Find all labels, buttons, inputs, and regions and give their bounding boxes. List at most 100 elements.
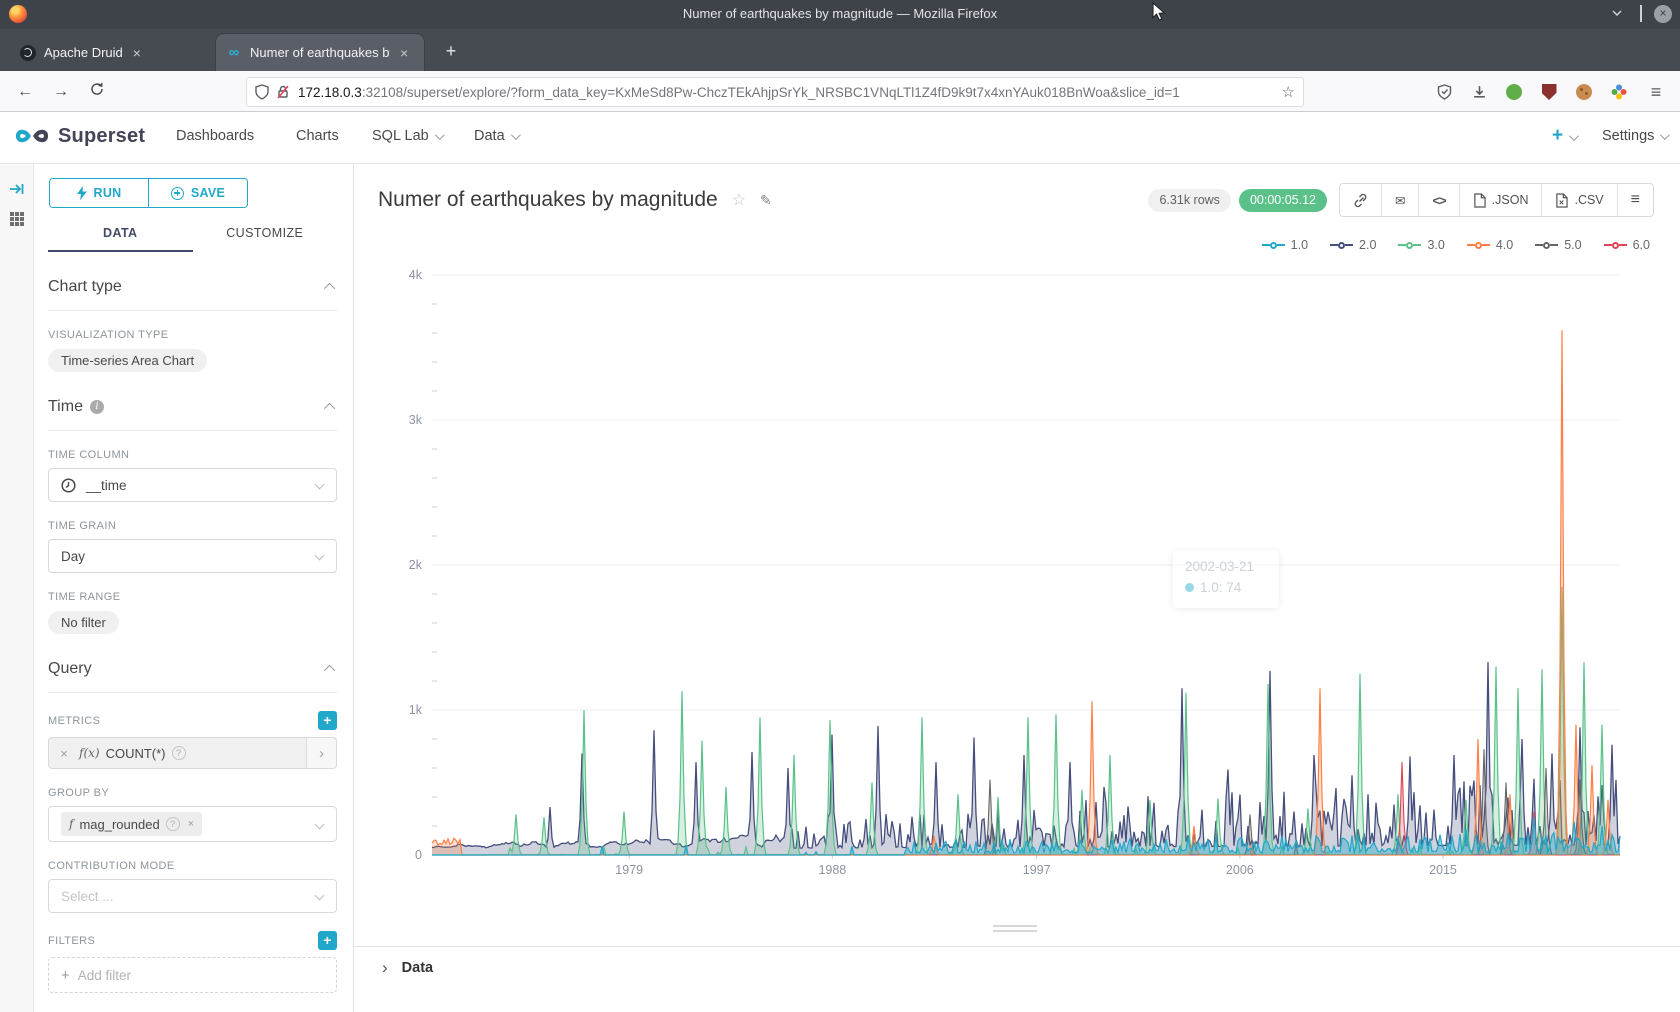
pinwheel-addon-icon[interactable] xyxy=(1607,80,1631,104)
clock-icon xyxy=(61,478,76,493)
chart-menu-button[interactable]: ≡ xyxy=(1617,184,1653,216)
legend-label: 5.0 xyxy=(1564,238,1581,252)
legend-item-4.0[interactable]: 4.0 xyxy=(1467,238,1513,252)
tab-close-icon[interactable]: × xyxy=(400,45,408,61)
chart-legend: 1.0 2.0 3.0 4.0 5.0 6.0 xyxy=(1262,238,1650,252)
chevron-down-icon xyxy=(315,820,325,830)
section-time[interactable]: Time i xyxy=(48,398,337,431)
chart-actions-group: ✉ <> .JSON .CSV ≡ xyxy=(1339,183,1654,217)
add-metric-button[interactable]: + xyxy=(318,711,337,730)
legend-label: 2.0 xyxy=(1359,238,1376,252)
chevron-up-icon xyxy=(324,665,335,676)
nav-settings[interactable]: Settings xyxy=(1602,128,1667,144)
favorite-star-icon[interactable]: ☆ xyxy=(732,190,746,210)
tab-customize[interactable]: CUSTOMIZE xyxy=(193,226,338,252)
run-button[interactable]: RUN xyxy=(50,179,148,207)
new-tab-button[interactable]: + xyxy=(438,39,464,65)
metric-expand-icon[interactable]: › xyxy=(306,738,336,768)
chevron-down-icon xyxy=(511,130,521,140)
viz-type-pill[interactable]: Time-series Area Chart xyxy=(48,349,207,372)
nav-dashboards[interactable]: Dashboards xyxy=(176,128,254,144)
question-icon: ? xyxy=(172,746,186,760)
browser-menu-icon[interactable]: ≡ xyxy=(1644,80,1668,104)
copy-link-button[interactable] xyxy=(1340,184,1381,216)
section-chart-type[interactable]: Chart type xyxy=(48,278,337,311)
tab-superset-chart[interactable]: ∞ Numer of earthquakes by × xyxy=(216,34,424,71)
plus-icon: + xyxy=(61,967,70,984)
superset-brand[interactable]: Superset xyxy=(14,124,145,148)
group-by-chip[interactable]: f mag_rounded ? × xyxy=(61,812,202,836)
window-maximize-button[interactable] xyxy=(1632,5,1650,23)
window-title: Numer of earthquakes by magnitude — Mozi… xyxy=(0,6,1680,21)
remove-metric-icon[interactable]: × xyxy=(49,746,79,761)
series-line-6.0 xyxy=(432,762,1620,855)
remove-chip-icon[interactable]: × xyxy=(188,818,194,830)
add-filter-dropzone[interactable]: + Add filter xyxy=(48,957,337,993)
url-bar[interactable]: 172.18.0.3:32108/superset/explore/?form_… xyxy=(246,77,1304,107)
cookie-addon-icon[interactable] xyxy=(1572,80,1596,104)
tab-apache-druid[interactable]: Apache Druid × xyxy=(10,34,210,71)
series-area-6.0 xyxy=(432,762,1620,855)
tracking-shield-icon[interactable] xyxy=(255,84,269,100)
ublock-shield-icon[interactable] xyxy=(1537,80,1561,104)
save-button[interactable]: SAVE xyxy=(148,179,247,207)
legend-item-5.0[interactable]: 5.0 xyxy=(1535,238,1581,252)
export-csv-button[interactable]: .CSV xyxy=(1541,184,1616,216)
time-grain-select[interactable]: Day xyxy=(48,539,337,573)
chevron-up-icon xyxy=(324,283,335,294)
contribution-mode-select[interactable]: Select ... xyxy=(48,879,337,913)
y-axis-label: 3k xyxy=(409,413,423,427)
expand-datasource-icon[interactable] xyxy=(8,180,26,198)
back-button[interactable]: ← xyxy=(12,79,38,105)
legend-label: 4.0 xyxy=(1496,238,1513,252)
datasource-grid-icon[interactable] xyxy=(8,210,26,228)
nav-charts[interactable]: Charts xyxy=(296,128,339,144)
nav-data[interactable]: Data xyxy=(474,128,518,144)
nav-label: SQL Lab xyxy=(372,128,429,144)
edit-title-icon[interactable]: ✎ xyxy=(760,192,772,209)
extension-green-icon[interactable] xyxy=(1502,80,1526,104)
brand-name: Superset xyxy=(58,125,145,148)
legend-label: 6.0 xyxy=(1633,238,1650,252)
new-chart-button[interactable]: + xyxy=(1552,125,1576,147)
time-range-pill[interactable]: No filter xyxy=(48,611,119,634)
csv-label: .CSV xyxy=(1574,193,1603,207)
group-by-select[interactable]: f mag_rounded ? × xyxy=(48,806,337,842)
superset-favicon: ∞ xyxy=(226,45,242,61)
tab-data[interactable]: DATA xyxy=(48,226,193,252)
email-button[interactable]: ✉ xyxy=(1381,184,1418,216)
filters-label: FILTERS xyxy=(48,935,95,947)
tab-close-icon[interactable]: × xyxy=(133,45,141,61)
plus-icon: + xyxy=(1552,125,1563,146)
forward-button[interactable]: → xyxy=(48,79,74,105)
chart-title: Numer of earthquakes by magnitude xyxy=(378,188,718,212)
collapse-strip xyxy=(0,164,34,1012)
legend-item-3.0[interactable]: 3.0 xyxy=(1398,238,1444,252)
export-json-button[interactable]: .JSON xyxy=(1459,184,1542,216)
downloads-icon[interactable] xyxy=(1467,80,1491,104)
legend-item-6.0[interactable]: 6.0 xyxy=(1604,238,1650,252)
panel-resize-handle[interactable] xyxy=(993,922,1037,932)
data-results-panel[interactable]: › Data xyxy=(354,946,1680,988)
time-column-select[interactable]: __time xyxy=(48,468,337,502)
add-filter-button[interactable]: + xyxy=(318,931,337,950)
legend-marker-icon xyxy=(1330,242,1353,249)
series-line-4.0 xyxy=(432,330,1620,855)
insecure-lock-icon[interactable] xyxy=(276,84,290,100)
nav-sql-lab[interactable]: SQL Lab xyxy=(372,128,442,144)
window-close-button[interactable]: × xyxy=(1654,5,1672,23)
window-minimize-button[interactable] xyxy=(1608,5,1626,23)
url-text[interactable]: 172.18.0.3:32108/superset/explore/?form_… xyxy=(298,85,1274,100)
browser-toolbar: ← → 172.18.0.3:32108/superset/explore/?f… xyxy=(0,71,1680,112)
run-save-group: RUN SAVE xyxy=(49,178,248,208)
reload-button[interactable] xyxy=(84,79,110,105)
legend-item-2.0[interactable]: 2.0 xyxy=(1330,238,1376,252)
pocket-shield-icon[interactable] xyxy=(1432,80,1456,104)
legend-marker-icon xyxy=(1398,242,1421,249)
csv-file-icon xyxy=(1555,193,1568,208)
section-query[interactable]: Query xyxy=(48,660,337,693)
legend-item-1.0[interactable]: 1.0 xyxy=(1262,238,1308,252)
metric-chip[interactable]: × f(x) COUNT(*) ? › xyxy=(48,737,337,769)
embed-code-button[interactable]: <> xyxy=(1418,184,1458,216)
bookmark-star-icon[interactable]: ☆ xyxy=(1274,83,1295,101)
